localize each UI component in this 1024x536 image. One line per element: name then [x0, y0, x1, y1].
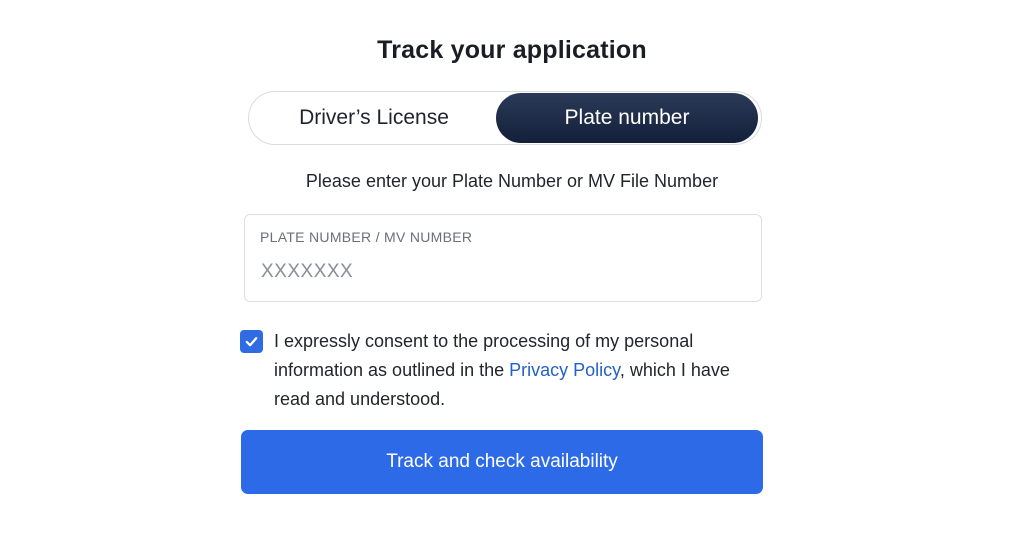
- consent-text: I expressly consent to the processing of…: [274, 327, 764, 414]
- id-type-toggle: Driver’s License Plate number: [248, 91, 762, 145]
- tab-drivers-license[interactable]: Driver’s License: [251, 93, 497, 143]
- plate-number-field[interactable]: PLATE NUMBER / MV NUMBER: [244, 214, 762, 302]
- track-application-page: Track your application Driver’s License …: [0, 0, 1024, 536]
- page-title: Track your application: [377, 36, 647, 64]
- instruction-text: Please enter your Plate Number or MV Fil…: [305, 171, 719, 191]
- consent-checkbox[interactable]: [240, 330, 263, 353]
- track-and-check-button[interactable]: Track and check availability: [241, 430, 763, 494]
- privacy-policy-link[interactable]: Privacy Policy: [509, 360, 620, 380]
- plate-number-input[interactable]: [259, 257, 741, 287]
- plate-number-field-label: PLATE NUMBER / MV NUMBER: [260, 229, 473, 245]
- checkmark-icon: [245, 337, 258, 347]
- tab-plate-number[interactable]: Plate number: [496, 93, 758, 143]
